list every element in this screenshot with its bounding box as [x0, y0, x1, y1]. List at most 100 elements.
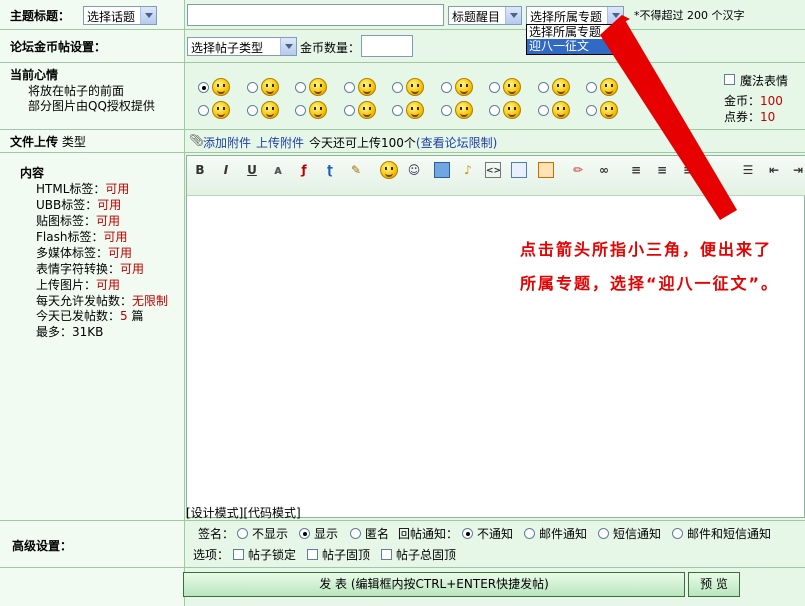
coin-amount-label: 金币数量：: [300, 41, 361, 55]
notify-both-radio[interactable]: [672, 528, 683, 539]
tag-status-item: 表情字符转换：可用: [36, 260, 144, 277]
options-label: 选项：: [193, 548, 230, 562]
highlight-icon[interactable]: ✎: [348, 162, 364, 178]
emoticon-icon[interactable]: [380, 161, 398, 179]
mood-radio[interactable]: [198, 105, 209, 116]
font-face-icon[interactable]: ƒ: [296, 162, 312, 178]
add-attachment-link[interactable]: 添加附件: [203, 134, 251, 151]
mood-radio[interactable]: [537, 82, 549, 93]
pin-post-checkbox[interactable]: [307, 549, 318, 560]
notify-sms-radio[interactable]: [598, 528, 609, 539]
sign-show-label: 显示: [314, 527, 339, 541]
mood-face-icon[interactable]: [357, 101, 376, 119]
mood-face-icon[interactable]: [406, 101, 424, 119]
mood-radio[interactable]: [392, 105, 403, 116]
sign-anon-radio[interactable]: [350, 528, 361, 539]
sign-hide-label: 不显示: [252, 527, 289, 541]
mood-radio[interactable]: [343, 82, 355, 93]
tag-value: 可用: [103, 230, 128, 244]
text-color-icon[interactable]: ʈ: [322, 162, 338, 178]
mood-face-icon[interactable]: [212, 78, 230, 96]
mood-radio[interactable]: [295, 105, 306, 116]
tag-status-item: UBB标签：可用: [36, 196, 121, 213]
mood-radio[interactable]: [246, 82, 258, 93]
notify-none-radio[interactable]: [462, 528, 473, 539]
chevron-down-icon: [505, 7, 521, 24]
tag-value: 可用: [96, 214, 121, 228]
tag-name: 贴图标签：: [36, 214, 97, 228]
lock-post-checkbox[interactable]: [233, 549, 244, 560]
indent-icon[interactable]: ⇥: [790, 162, 805, 178]
mood-face-icon[interactable]: [357, 78, 376, 96]
sign-show-radio[interactable]: [299, 528, 310, 539]
music-icon[interactable]: ♪: [460, 162, 476, 178]
global-pin-checkbox[interactable]: [381, 549, 392, 560]
mood-label: 当前心情: [10, 68, 59, 82]
tag-status-item: HTML标签：可用: [36, 180, 129, 197]
mood-face-icon[interactable]: [454, 101, 473, 119]
coin-amount-input[interactable]: [361, 35, 413, 57]
preview-button[interactable]: 预 览: [688, 572, 740, 597]
media-icon[interactable]: [511, 162, 527, 178]
notify-sms-label: 短信通知: [613, 527, 662, 541]
mood-face-icon[interactable]: [406, 78, 424, 96]
mood-radio[interactable]: [392, 82, 403, 93]
paperclip-icon: 📎︎: [189, 133, 205, 147]
mood-face-icon[interactable]: [454, 78, 473, 96]
title-style-select[interactable]: 标题醒目: [448, 6, 522, 25]
notify-both-label: 邮件和短信通知: [687, 527, 772, 541]
mood-radio[interactable]: [489, 82, 500, 93]
topic-select[interactable]: 选择话题: [83, 6, 157, 25]
chevron-down-icon: [140, 7, 156, 24]
tag-status-item: 贴图标签：可用: [36, 212, 120, 229]
tag-name: 每天允许发帖数：: [36, 294, 133, 308]
italic-button[interactable]: I: [218, 162, 234, 178]
mood-radio[interactable]: [440, 105, 452, 116]
tag-value: 无限制: [132, 294, 169, 308]
tag-value: 可用: [120, 262, 145, 276]
coin-settings-label: 论坛金币帖设置：: [10, 40, 107, 54]
image-icon[interactable]: [434, 162, 450, 178]
notify-email-radio[interactable]: [524, 528, 535, 539]
font-size-icon[interactable]: ᴀ: [270, 162, 286, 178]
sign-hide-radio[interactable]: [237, 528, 248, 539]
mood-face-icon[interactable]: [260, 78, 279, 96]
underline-button[interactable]: U: [244, 162, 260, 178]
mood-face-icon[interactable]: [309, 78, 327, 96]
mood-face-icon[interactable]: [503, 78, 521, 96]
tag-value: 可用: [108, 246, 133, 260]
pin-post-label: 帖子固顶: [322, 548, 371, 562]
mood-radio[interactable]: [440, 82, 452, 93]
outdent-icon[interactable]: ⇤: [766, 162, 782, 178]
mood-face-icon[interactable]: [309, 101, 327, 119]
mood-radio[interactable]: [343, 105, 355, 116]
code-icon[interactable]: <>: [485, 162, 501, 178]
submit-button[interactable]: 发 表 (编辑框内按CTRL+ENTER快捷发帖): [183, 572, 685, 597]
tag-name: 多媒体标签：: [36, 246, 109, 260]
flash-icon[interactable]: [538, 162, 554, 178]
mood-face-icon[interactable]: [260, 101, 279, 119]
title-input[interactable]: [187, 4, 444, 26]
upload-remaining: 今天还可上传100个(查看论坛限制): [309, 136, 498, 150]
annotation-line2: 所属专题，选择“迎八一征文”。: [520, 274, 780, 293]
notify-none-label: 不通知: [477, 527, 514, 541]
today-posts: 今天已发帖数：5 篇: [36, 309, 144, 323]
upload-attachment-link[interactable]: 上传附件: [256, 134, 304, 151]
forum-limit-link[interactable]: (查看论坛限制): [416, 136, 497, 150]
tag-status-item: 多媒体标签：可用: [36, 244, 132, 261]
mood-face-icon[interactable]: [503, 101, 521, 119]
bold-button[interactable]: B: [192, 162, 208, 178]
mood-radio[interactable]: [489, 105, 500, 116]
mood-face-icon[interactable]: [212, 101, 230, 119]
upload-label-group: 文件上传 类型: [10, 135, 86, 149]
code-mode-link[interactable]: [代码模式]: [243, 506, 300, 520]
mood-radio[interactable]: [246, 105, 258, 116]
mood-radio[interactable]: [198, 82, 209, 93]
mood-radio[interactable]: [295, 82, 306, 93]
post-type-select[interactable]: 选择帖子类型: [187, 37, 297, 56]
mood-source: 部分图片由QQ授权提供: [28, 99, 155, 113]
emoji-group-icon[interactable]: ☺: [406, 162, 422, 178]
advanced-label: 高级设置：: [12, 539, 73, 553]
design-mode-link[interactable]: [设计模式]: [186, 506, 243, 520]
mood-radio[interactable]: [537, 105, 549, 116]
